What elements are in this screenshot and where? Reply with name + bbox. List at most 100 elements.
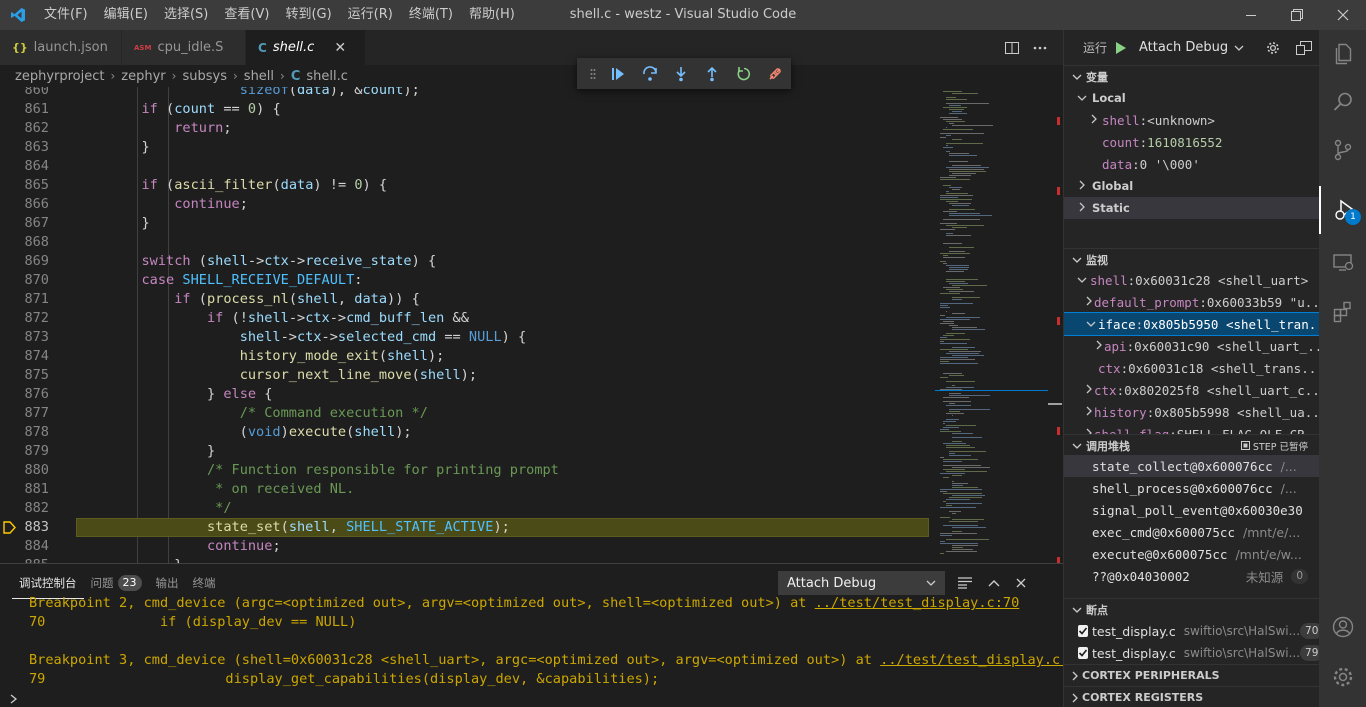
- restore-button[interactable]: [1274, 0, 1320, 30]
- menu-item[interactable]: 转到(G): [277, 0, 339, 30]
- stack-frame[interactable]: shell_process@0x600076cc /...: [1064, 477, 1320, 499]
- menu-item[interactable]: 查看(V): [216, 0, 277, 30]
- watch-item[interactable]: shell_flag: SHELL_FLAG_OLF_CR...: [1064, 423, 1320, 434]
- code-editor[interactable]: 860 sizeof(data), &count); 861 if (count …: [0, 87, 935, 563]
- stack-frame[interactable]: exec_cmd@0x600075cc/mnt/e/...: [1064, 521, 1320, 543]
- chevron-right-icon: [1076, 202, 1088, 215]
- accounts-icon[interactable]: [1319, 603, 1366, 651]
- debug-session-select[interactable]: Attach Debug: [778, 571, 945, 595]
- explorer-icon[interactable]: [1319, 30, 1366, 78]
- frame-name: exec_cmd@0x600075cc: [1092, 524, 1235, 540]
- menu-item[interactable]: 帮助(H): [461, 0, 523, 30]
- watch-item[interactable]: shell: 0x60031c28 <shell_uart>: [1064, 269, 1320, 291]
- watch-item[interactable]: iface: 0x805b5950 <shell_tran...: [1064, 312, 1320, 336]
- collapsed-section[interactable]: CORTEX PERIPHERALS: [1064, 664, 1320, 686]
- code-text: }: [76, 443, 216, 459]
- chevron-right-icon: [1086, 384, 1092, 397]
- callstack-header[interactable]: 调用堆栈 STEP 已暂停: [1064, 434, 1320, 456]
- variable-item[interactable]: data: 0 '\000': [1064, 153, 1320, 175]
- breadcrumb-item[interactable]: zephyr: [121, 69, 165, 84]
- stack-frame[interactable]: execute@0x600075cc/mnt/e/w...: [1064, 543, 1320, 565]
- gear-icon[interactable]: [1266, 41, 1280, 55]
- close-window-button[interactable]: [1320, 0, 1366, 30]
- watch-item[interactable]: default_prompt: 0x60033b59 "u...: [1064, 291, 1320, 313]
- menu-item[interactable]: 终端(T): [401, 0, 461, 30]
- minimize-button[interactable]: [1228, 0, 1274, 30]
- source-control-icon[interactable]: [1319, 126, 1366, 174]
- console-input[interactable]: [0, 689, 1063, 707]
- variable-scope[interactable]: Local: [1064, 87, 1320, 109]
- editor-group: {} launch.json ASM cpu_idle.S C shell.c …: [0, 30, 1063, 563]
- clear-console-icon[interactable]: [958, 577, 972, 589]
- breadcrumb-item[interactable]: shell.c: [306, 69, 348, 84]
- maximize-panel-icon[interactable]: [988, 579, 1000, 587]
- restart-icon[interactable]: [728, 58, 759, 89]
- breadcrumb-item[interactable]: zephyrproject: [15, 69, 104, 84]
- drag-handle-icon[interactable]: [583, 58, 603, 89]
- variable-scope[interactable]: Global: [1064, 175, 1320, 197]
- chevron-right-icon: [1096, 340, 1102, 353]
- split-editor-icon[interactable]: [1005, 41, 1019, 55]
- code-text: if (!shell->ctx->cmd_buff_len &&: [206, 310, 469, 326]
- variable-item[interactable]: count: 1610816552: [1064, 131, 1320, 153]
- breakpoint-checkbox[interactable]: [1078, 647, 1088, 659]
- variable-item[interactable]: shell: <unknown>: [1064, 109, 1320, 131]
- breakpoint-checkbox[interactable]: [1078, 625, 1088, 637]
- chevron-right-icon: [10, 693, 18, 704]
- code-line: 868: [0, 233, 935, 252]
- launch-config-select[interactable]: Attach Debug: [1135, 35, 1249, 60]
- minimap[interactable]: [935, 87, 1050, 563]
- more-actions-icon[interactable]: [1033, 46, 1047, 50]
- remote-explorer-icon[interactable]: [1319, 238, 1366, 286]
- variable-scope[interactable]: Static: [1064, 197, 1320, 219]
- breakpoints-header[interactable]: 断点: [1064, 598, 1320, 620]
- step-out-icon[interactable]: [697, 58, 728, 89]
- search-icon[interactable]: [1319, 78, 1366, 126]
- menu-item[interactable]: 文件(F): [36, 0, 96, 30]
- extensions-icon[interactable]: [1319, 288, 1366, 336]
- continue-icon[interactable]: [603, 58, 634, 89]
- watch-item[interactable]: api: 0x60031c90 <shell_uart_...: [1064, 335, 1320, 357]
- breakpoint-item[interactable]: test_display.c swiftio\src\HalSwi... 79: [1064, 642, 1320, 664]
- watch-item[interactable]: ctx: 0x802025f8 <shell_uart_c...: [1064, 379, 1320, 401]
- debug-console-output[interactable]: Breakpoint 2, cmd_device (argc=<optimize…: [0, 596, 1063, 690]
- tab-cpu-idle-s[interactable]: ASM cpu_idle.S: [122, 30, 246, 65]
- code-text: cursor_next_line_move(shell);: [239, 367, 478, 383]
- close-icon[interactable]: ✕: [334, 40, 346, 56]
- variables-header[interactable]: 变量: [1064, 65, 1320, 87]
- tab-label: shell.c: [272, 40, 315, 55]
- breakpoint-item[interactable]: test_display.c swiftio\src\HalSwi... 70: [1064, 620, 1320, 642]
- manage-gear-icon[interactable]: [1319, 653, 1366, 701]
- tab-shell-c[interactable]: C shell.c ✕: [246, 30, 366, 65]
- step-over-icon[interactable]: [634, 58, 665, 89]
- watch-value: 0x60033b59 "u...: [1206, 294, 1320, 310]
- console-file-link[interactable]: ../test/test_display.c:70: [815, 596, 1020, 611]
- section-title: CORTEX REGISTERS: [1082, 691, 1204, 704]
- watch-header[interactable]: 监视: [1064, 248, 1320, 270]
- watch-item[interactable]: ctx: 0x60031c18 <shell_trans...: [1064, 357, 1320, 379]
- menu-item[interactable]: 运行(R): [340, 0, 401, 30]
- start-debug-icon[interactable]: [1115, 41, 1127, 55]
- stack-frame[interactable]: signal_poll_event@0x60030e30: [1064, 499, 1320, 521]
- menu-item[interactable]: 选择(S): [156, 0, 216, 30]
- editor-scrollbar[interactable]: [1048, 87, 1062, 563]
- watch-item[interactable]: history: 0x805b5998 <shell_ua...: [1064, 401, 1320, 423]
- line-number: 865: [24, 177, 49, 193]
- step-into-icon[interactable]: [665, 58, 696, 89]
- tab-debug-console[interactable]: 调试控制台: [12, 568, 84, 599]
- bottom-panel: 调试控制台 问题 23 输出 终端 Attach Debug Breakpoin…: [0, 563, 1063, 707]
- disconnect-icon[interactable]: [760, 58, 791, 89]
- stack-frame[interactable]: ??@0x04030002 未知源 0: [1064, 565, 1320, 587]
- breadcrumb-item[interactable]: shell: [244, 69, 274, 84]
- menu-item[interactable]: 编辑(E): [96, 0, 156, 30]
- run-debug-icon[interactable]: [1319, 186, 1366, 234]
- tab-launch-json[interactable]: {} launch.json: [0, 30, 122, 65]
- stack-frame[interactable]: state_collect@0x600076cc /...: [1064, 455, 1320, 477]
- code-text: history_mode_exit(shell);: [239, 348, 445, 364]
- debug-console-icon[interactable]: [1296, 40, 1313, 55]
- collapsed-section[interactable]: CORTEX REGISTERS: [1064, 686, 1320, 707]
- close-panel-icon[interactable]: [1016, 578, 1026, 588]
- chevron-right-icon: [1088, 114, 1100, 127]
- console-file-link[interactable]: ../test/test_display.c:79: [880, 652, 1063, 668]
- breadcrumb-item[interactable]: subsys: [182, 69, 227, 84]
